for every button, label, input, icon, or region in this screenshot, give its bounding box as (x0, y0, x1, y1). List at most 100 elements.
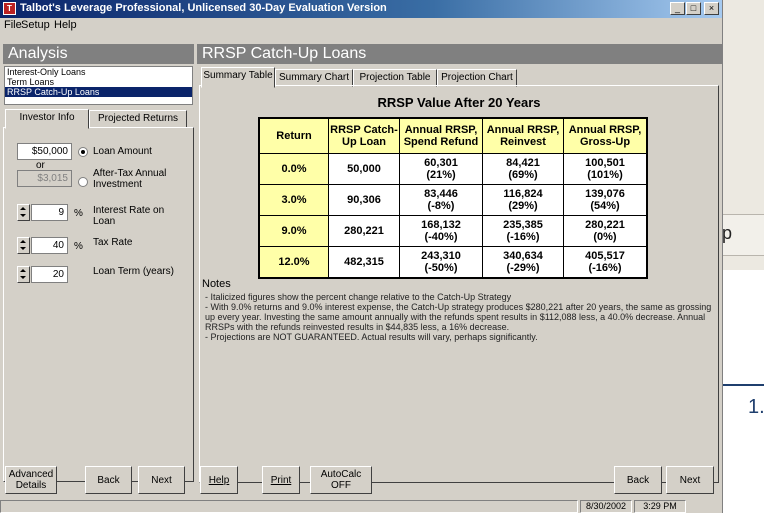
right-back-button[interactable]: Back (614, 466, 662, 494)
loan-type-item-selected[interactable]: RRSP Catch-Up Loans (5, 87, 192, 97)
loan-amount-label: Loan Amount (93, 146, 152, 157)
spend-cell: 168,132 (-40%) (399, 215, 483, 247)
column-header: Annual RRSP, Gross-Up (563, 117, 648, 154)
spend-value: 243,310 (421, 250, 461, 262)
reinvest-value: 84,421 (506, 157, 540, 169)
reinvest-value: 235,385 (503, 219, 543, 231)
background-number: 1. (748, 396, 764, 418)
reinvest-pct: (-29%) (506, 262, 540, 274)
background-rule (722, 384, 764, 386)
return-cell: 3.0% (258, 184, 329, 216)
right-next-button[interactable]: Next (666, 466, 714, 494)
right-tabs: Summary Table Summary Chart Projection T… (199, 66, 719, 88)
reinvest-pct: (29%) (508, 200, 538, 212)
left-tabs: Investor Info Projected Returns (3, 108, 194, 129)
minimize-button[interactable]: _ (670, 2, 685, 15)
interest-rate-field[interactable]: 9 (31, 204, 68, 221)
table-row: 0.0% 50,000 60,301 (21%) 84,421 (69%) 100,… (258, 153, 648, 185)
background-window: p 1. (722, 0, 764, 513)
spend-pct: (21%) (426, 169, 456, 181)
gross-value: 280,221 (585, 219, 625, 231)
status-date: 8/30/2002 (580, 500, 632, 513)
return-cell: 12.0% (258, 246, 329, 279)
spend-value: 83,446 (424, 188, 458, 200)
tax-rate-spinner[interactable] (17, 237, 30, 254)
gross-cell: 405,517 (-16%) (563, 246, 648, 279)
loan-amount-radio[interactable] (78, 147, 88, 157)
loan-cell: 90,306 (328, 184, 400, 216)
table-row: 3.0% 90,306 83,446 (-8%) 116,824 (29%) 139… (258, 184, 648, 216)
tab-projected-returns[interactable]: Projected Returns (89, 110, 187, 128)
reinvest-value: 116,824 (503, 188, 543, 200)
reinvest-cell: 235,385 (-16%) (482, 215, 564, 247)
spend-pct: (-8%) (427, 200, 455, 212)
after-tax-radio[interactable] (78, 177, 88, 187)
loan-type-item[interactable]: Term Loans (5, 77, 192, 87)
reinvest-pct: (69%) (508, 169, 538, 181)
spend-cell: 83,446 (-8%) (399, 184, 483, 216)
column-header: RRSP Catch-Up Loan (328, 117, 400, 154)
gross-cell: 280,221 (0%) (563, 215, 648, 247)
menu-setup[interactable]: Setup (21, 19, 50, 31)
loan-cell: 280,221 (328, 215, 400, 247)
gross-pct: (101%) (587, 169, 623, 181)
close-button[interactable]: × (704, 2, 719, 15)
spend-value: 60,301 (424, 157, 458, 169)
window-title: Talbot's Leverage Professional, Unlicens… (20, 2, 387, 14)
maximize-button[interactable]: □ (686, 2, 701, 15)
column-header: Annual RRSP, Reinvest (482, 117, 564, 154)
app-window: T Talbot's Leverage Professional, Unlice… (0, 0, 723, 513)
loan-amount-field[interactable]: $50,000 (17, 143, 72, 160)
section-header: RRSP Catch-Up Loans (197, 44, 722, 64)
table-header-row: Return RRSP Catch-Up Loan Annual RRSP, S… (258, 117, 648, 154)
after-tax-field[interactable]: $3,015 (17, 170, 72, 187)
reinvest-cell: 84,421 (69%) (482, 153, 564, 185)
spend-pct: (-40%) (424, 231, 458, 243)
left-back-button[interactable]: Back (85, 466, 132, 494)
note-line: - Projections are NOT GUARANTEED. Actual… (205, 332, 538, 342)
tab-investor-info[interactable]: Investor Info (5, 109, 89, 129)
tax-rate-field[interactable]: 40 (31, 237, 68, 254)
after-tax-label: After-Tax Annual Investment (93, 168, 167, 190)
spend-pct: (-50%) (424, 262, 458, 274)
gross-value: 100,501 (585, 157, 625, 169)
notes-heading: Notes (202, 278, 231, 290)
autocalc-button[interactable]: AutoCalc OFF (310, 466, 372, 494)
rrsp-value-table: Return RRSP Catch-Up Loan Annual RRSP, S… (258, 117, 648, 279)
title-bar: T Talbot's Leverage Professional, Unlice… (0, 0, 722, 18)
interest-rate-spinner[interactable] (17, 204, 30, 221)
interest-rate-unit: % (74, 208, 83, 219)
gross-value: 405,517 (585, 250, 625, 262)
status-bar: 8/30/2002 3:29 PM (0, 499, 722, 513)
loan-type-item[interactable]: Interest-Only Loans (5, 67, 192, 77)
app-icon[interactable]: T (3, 2, 16, 15)
menu-help[interactable]: Help (54, 19, 77, 31)
loan-term-field[interactable]: 20 (31, 266, 68, 283)
status-pane (0, 500, 578, 513)
advanced-details-button[interactable]: Advanced Details (5, 466, 57, 494)
menu-bar: File Setup Help (0, 18, 722, 34)
menu-file[interactable]: File (4, 19, 22, 31)
table-title: RRSP Value After 20 Years (377, 95, 541, 110)
table-row: 12.0% 482,315 243,310 (-50%) 340,634 (-29%… (258, 246, 648, 279)
gross-pct: (-16%) (588, 262, 622, 274)
loan-term-spinner[interactable] (17, 266, 30, 283)
gross-pct: (0%) (593, 231, 617, 243)
left-next-button[interactable]: Next (138, 466, 185, 494)
reinvest-cell: 116,824 (29%) (482, 184, 564, 216)
column-header: Return (258, 117, 329, 154)
background-fragment-text: p (722, 223, 733, 243)
loan-type-list[interactable]: Interest-Only Loans Term Loans RRSP Catc… (4, 66, 193, 105)
status-time: 3:29 PM (634, 500, 686, 513)
gross-pct: (54%) (590, 200, 620, 212)
note-line: - With 9.0% returns and 9.0% interest ex… (205, 302, 712, 332)
tab-summary-table[interactable]: Summary Table (201, 67, 275, 88)
spend-cell: 60,301 (21%) (399, 153, 483, 185)
loan-cell: 50,000 (328, 153, 400, 185)
reinvest-cell: 340,634 (-29%) (482, 246, 564, 279)
print-button[interactable]: Print (262, 466, 300, 494)
tax-rate-label: Tax Rate (93, 237, 133, 248)
help-button[interactable]: Help (200, 466, 238, 494)
analysis-header: Analysis (3, 44, 194, 64)
spend-cell: 243,310 (-50%) (399, 246, 483, 279)
